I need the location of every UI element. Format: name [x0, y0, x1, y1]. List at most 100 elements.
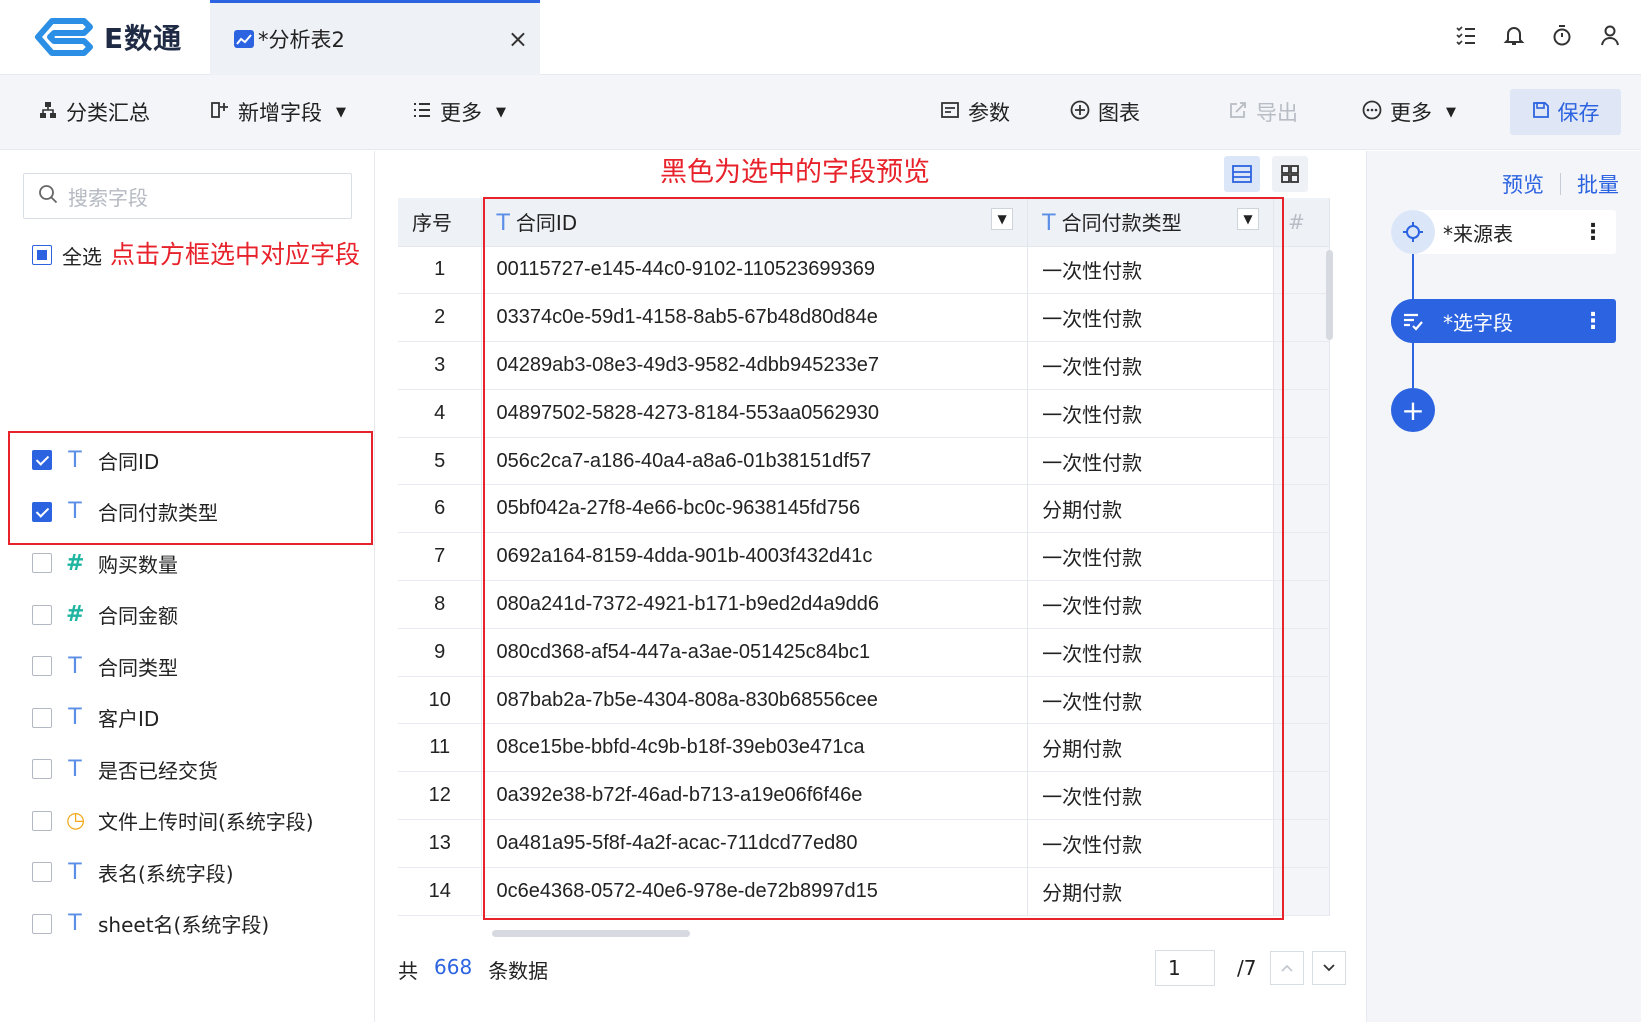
select-all-checkbox[interactable]: 全选 [32, 239, 102, 271]
field-item[interactable]: ◷ 文件上传时间(系统字段) [32, 804, 314, 838]
contract-id-cell: 05bf042a-27f8-4e66-bc0c-9638145fd756 [481, 484, 1029, 534]
field-item[interactable]: T 表名(系统字段) [32, 855, 234, 889]
chart-button[interactable]: 图表 [1070, 95, 1140, 129]
field-checkbox[interactable] [32, 862, 52, 882]
record-count: 共 668 条数据 [398, 955, 548, 984]
save-button[interactable]: 保存 [1510, 89, 1621, 135]
dropdown-icon[interactable]: ▼ [1236, 208, 1259, 231]
field-checkbox[interactable] [32, 810, 52, 831]
contract-id-cell: 080cd368-af54-447a-a3ae-051425c84bc1 [481, 628, 1029, 677]
field-checkbox[interactable] [32, 759, 52, 779]
table-row: 1 00115727-e145-44c0-9102-110523699369 一次性… [398, 246, 1330, 295]
more-menu-right[interactable]: 更多 ▼ [1362, 95, 1456, 129]
dropdown-icon[interactable]: ▼ [991, 208, 1014, 231]
more-vertical-icon[interactable]: ⋮ [1582, 309, 1604, 334]
user-icon[interactable] [1599, 24, 1621, 48]
bell-icon[interactable] [1503, 24, 1525, 48]
field-label: 表名(系统字段) [98, 861, 234, 886]
column-header-contract-id[interactable]: T 合同ID ▼ [481, 198, 1029, 247]
contract-id-cell: 08ce15be-bbfd-4c9b-b18f-39eb03e471ca [481, 723, 1029, 773]
field-label: 购买数量 [98, 552, 178, 577]
field-item[interactable]: T 是否已经交货 [32, 752, 218, 786]
grid-view-button[interactable] [1272, 156, 1308, 192]
tab-analysis[interactable]: *分析表2 × [210, 0, 540, 75]
more-menu-left[interactable]: 更多 ▼ [412, 95, 506, 129]
text-type-icon: T [68, 705, 82, 730]
extra-column-cell [1273, 389, 1330, 438]
extra-column-cell [1273, 437, 1330, 486]
export-button[interactable]: 导出 [1228, 95, 1298, 129]
field-label: 合同类型 [98, 655, 178, 680]
text-type-icon: T [68, 756, 82, 782]
field-label: 合同ID [98, 449, 160, 474]
save-label: 保存 [1557, 101, 1600, 125]
text-type-icon: T [68, 911, 82, 936]
horizontal-scrollbar[interactable] [492, 930, 690, 937]
text-type-icon: T [68, 653, 82, 679]
text-type-icon: T [68, 859, 82, 885]
table-row: 2 03374c0e-59d1-4158-8ab5-67b48d80d84e 一次性… [398, 293, 1330, 343]
field-checkbox[interactable] [32, 913, 52, 934]
next-page-button[interactable] [1312, 951, 1347, 985]
contract-id-cell: 0c6e4368-0572-40e6-978e-de72b8997d15 [481, 867, 1029, 916]
field-item[interactable]: T 合同ID [32, 443, 159, 477]
flow-node-source-table[interactable]: *来源表 ⋮ [1391, 210, 1616, 254]
target-icon [1391, 210, 1435, 254]
group-summary-button[interactable]: 分类汇总 [38, 95, 150, 129]
pagination: 1 /7 [1155, 950, 1347, 986]
annotation-preview: 黑色为选中的字段预览 [660, 157, 930, 188]
payment-type-cell: 一次性付款 [1027, 341, 1274, 390]
row-index-cell: 7 [398, 532, 483, 582]
flow-node-select-fields[interactable]: *选字段 ⋮ [1391, 299, 1616, 343]
timer-icon[interactable] [1551, 24, 1573, 48]
preview-link[interactable]: 预览 [1502, 169, 1544, 199]
field-label: 合同付款类型 [98, 501, 218, 525]
more-vertical-icon[interactable]: ⋮ [1582, 220, 1604, 245]
vertical-scrollbar[interactable] [1326, 250, 1333, 340]
extra-column-cell [1273, 246, 1330, 295]
field-label: 合同金额 [98, 604, 178, 628]
table-layout-icon [1232, 165, 1252, 183]
batch-link[interactable]: 批量 [1577, 169, 1619, 199]
field-item[interactable]: T 客户ID [32, 701, 159, 735]
payment-type-cell: 分期付款 [1027, 723, 1274, 773]
row-index-cell: 11 [398, 723, 483, 773]
add-step-button[interactable]: + [1391, 388, 1435, 432]
contract-id-cell: 0a481a95-5f8f-4a2f-acac-711dcd77ed80 [481, 819, 1029, 868]
table-row: 13 0a481a95-5f8f-4a2f-acac-711dcd77ed80 一次… [398, 819, 1330, 868]
table-row: 10 087bab2a-7b5e-4304-808a-830b68556cee 一次… [398, 676, 1330, 725]
field-item[interactable]: Tsheet名(系统字段) [32, 907, 269, 941]
add-field-button[interactable]: 新增字段 ▼ [210, 95, 346, 129]
number-type-icon: # [66, 602, 85, 627]
page-number-input[interactable]: 1 [1155, 950, 1215, 986]
select-all-box[interactable] [32, 245, 52, 265]
payment-type-cell: 分期付款 [1027, 484, 1274, 534]
params-button[interactable]: 参数 [940, 95, 1010, 129]
table-row: 12 0a392e38-b72f-46ad-b713-a19e06f6f46e 一次… [398, 771, 1330, 821]
brand-name: E数通 [104, 22, 183, 55]
close-icon[interactable]: × [508, 25, 528, 53]
previous-page-button[interactable] [1270, 951, 1305, 985]
search-input[interactable]: 搜索字段 [23, 173, 352, 219]
table-row: 9 080cd368-af54-447a-a3ae-051425c84bc1 一次性… [398, 628, 1330, 677]
field-item[interactable]: # 购买数量 [32, 546, 178, 580]
brand-logo[interactable]: E数通 [34, 16, 182, 58]
row-index-cell: 5 [398, 437, 483, 486]
save-icon [1532, 100, 1550, 124]
table-view-button[interactable] [1224, 156, 1260, 192]
params-icon [940, 101, 960, 124]
field-checkbox[interactable] [32, 656, 52, 676]
field-item[interactable]: T 合同类型 [32, 649, 178, 683]
field-checkbox[interactable] [32, 450, 52, 470]
field-item[interactable]: T 合同付款类型 [32, 495, 218, 529]
field-checkbox[interactable] [32, 553, 52, 573]
grid-icon [1281, 165, 1299, 183]
column-header-payment-type[interactable]: T 合同付款类型 ▼ [1027, 198, 1274, 247]
column-header-index: 序号 [398, 198, 483, 247]
field-checkbox[interactable] [32, 501, 52, 522]
field-checkbox[interactable] [32, 604, 52, 625]
field-checkbox[interactable] [32, 707, 52, 728]
list-check-icon[interactable] [1455, 24, 1477, 48]
field-item[interactable]: # 合同金额 [32, 598, 178, 632]
table-row: 8 080a241d-7372-4921-b171-b9ed2d4a9dd6 一次性… [398, 580, 1330, 629]
